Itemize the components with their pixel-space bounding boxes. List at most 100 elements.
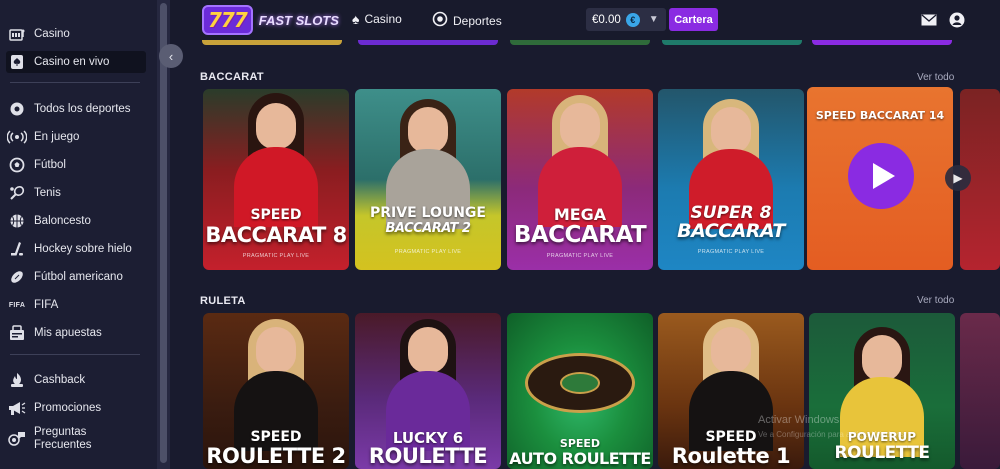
sidebar-item-label: Mis apuestas <box>34 326 102 339</box>
card-title-line2: BACCARAT <box>513 222 647 248</box>
game-card-powerup-roulette[interactable]: POWERUP ROULETTE <box>809 313 955 469</box>
user-account-icon[interactable] <box>948 11 966 29</box>
euro-coin-icon: € <box>625 12 640 27</box>
sidebar-item-label: Cashback <box>34 373 86 386</box>
card-title-line1: PRIVE LOUNGE <box>370 205 486 221</box>
ver-todo-baccarat-link[interactable]: Ver todo <box>917 72 954 83</box>
dealer-face <box>711 327 751 373</box>
card-title-line1: SPEED <box>250 429 302 445</box>
previous-row-card-edge <box>202 40 342 45</box>
game-card-lucky-6-roulette[interactable]: LUCKY 6 ROULETTE <box>355 313 501 469</box>
sidebar-item-label: En juego <box>34 130 80 143</box>
site-logo[interactable]: 777 FAST SLOTS <box>202 5 339 35</box>
sidebar-item-futbol-americano[interactable]: Fútbol americano <box>6 266 146 288</box>
nav-casino-link[interactable]: ♠ Casino <box>352 11 402 27</box>
sidebar-item-label: Fútbol <box>34 158 66 171</box>
sidebar: Casino Casino en vivo Todos los deportes… <box>0 0 157 469</box>
ver-todo-ruleta-link[interactable]: Ver todo <box>917 295 954 306</box>
sidebar-item-casino[interactable]: Casino <box>6 23 146 45</box>
play-button[interactable] <box>848 143 914 209</box>
dealer-face <box>256 327 296 373</box>
card-title-line2: AUTO ROULETTE <box>509 449 651 468</box>
sidebar-item-label: Casino <box>34 27 70 40</box>
mail-icon[interactable] <box>920 11 938 29</box>
sidebar-item-futbol[interactable]: Fútbol <box>6 154 146 176</box>
dealer-face <box>862 335 902 381</box>
game-card-speed-baccarat-8[interactable]: SPEED BACCARAT 8 PRAGMATIC PLAY LIVE <box>203 89 349 270</box>
card-title-line2: BACCARAT <box>677 220 785 242</box>
windows-activation-watermark: Activar Windows <box>758 414 840 426</box>
sidebar-item-preguntas-frecuentes[interactable]: Preguntas Frecuentes <box>6 425 146 453</box>
carousel-next-button[interactable]: ▶ <box>945 165 971 191</box>
sidebar-item-label: Promociones <box>34 401 102 414</box>
soccer-ball-icon <box>432 11 448 30</box>
soccer-ball-icon <box>6 157 28 173</box>
dealer-face <box>560 103 600 149</box>
sidebar-item-baloncesto[interactable]: Baloncesto <box>6 210 146 232</box>
section-title-ruleta: RULETA <box>200 295 246 307</box>
sidebar-item-promociones[interactable]: Promociones <box>6 397 146 419</box>
game-card-speed-baccarat-14[interactable]: SPEED BACCARAT 14 <box>807 87 953 270</box>
spade-card-icon <box>6 54 28 70</box>
sidebar-item-todos-los-deportes[interactable]: Todos los deportes <box>6 98 146 120</box>
app-root: Casino Casino en vivo Todos los deportes… <box>0 0 1000 469</box>
previous-row-card-edge <box>662 40 802 45</box>
game-card-speed-roulette-1[interactable]: SPEED Roulette 1 <box>658 313 804 469</box>
sidebar-divider <box>10 354 140 355</box>
sidebar-item-label: Todos los deportes <box>34 102 131 115</box>
dealer-face <box>256 103 296 149</box>
sidebar-item-cashback[interactable]: Cashback <box>6 369 146 391</box>
faq-icon <box>6 431 28 447</box>
chevron-right-icon: ▶ <box>953 171 963 185</box>
windows-activation-subtext: Ve a Configuración para activar Windows. <box>758 430 907 439</box>
card-title-line2: ROULETTE <box>368 444 488 468</box>
sidebar-item-hockey-sobre-hielo[interactable]: Hockey sobre hielo <box>6 238 146 260</box>
card-title-line1: SPEED <box>250 207 302 223</box>
basketball-icon <box>6 213 28 229</box>
sidebar-collapse-button[interactable]: ‹ <box>159 44 183 68</box>
sidebar-item-label: Baloncesto <box>34 214 91 227</box>
spade-icon: ♠ <box>352 11 360 27</box>
cartera-button[interactable]: Cartera <box>669 8 718 31</box>
play-icon <box>873 163 895 189</box>
game-card-mega-baccarat[interactable]: MEGA BACCARAT PRAGMATIC PLAY LIVE <box>507 89 653 270</box>
roulette-wheel-center <box>560 372 600 394</box>
sidebar-item-casino-en-vivo[interactable]: Casino en vivo <box>6 51 146 73</box>
card-title-line2: BACCARAT 8 <box>205 223 347 247</box>
live-signal-icon <box>6 129 28 145</box>
previous-row-card-edge <box>358 40 498 45</box>
hockey-stick-icon <box>6 241 28 257</box>
logo-brand-text: FAST SLOTS <box>258 12 339 28</box>
game-card-speed-roulette-2[interactable]: SPEED ROULETTE 2 <box>203 313 349 469</box>
logo-sevens: 777 <box>202 5 253 35</box>
previous-row-card-edge <box>812 40 952 45</box>
scrollbar-thumb[interactable] <box>160 3 167 463</box>
sidebar-item-tenis[interactable]: Tenis <box>6 182 146 204</box>
sidebar-item-fifa[interactable]: FIFA FIFA <box>6 294 146 316</box>
chevron-down-icon: ▼ <box>648 14 659 25</box>
card-title-line2: BACCARAT 2 <box>385 221 471 236</box>
card-provider: PRAGMATIC PLAY LIVE <box>546 253 614 259</box>
sidebar-item-label: Tenis <box>34 186 61 199</box>
game-card-super-8-baccarat[interactable]: SUPER 8 BACCARAT PRAGMATIC PLAY LIVE <box>658 89 804 270</box>
bets-icon <box>6 325 28 341</box>
sidebar-item-mis-apuestas[interactable]: Mis apuestas <box>6 322 146 344</box>
dealer-face <box>408 107 448 153</box>
wallet-balance-dropdown[interactable]: €0.00 € ▼ <box>586 8 666 31</box>
nav-deportes-link[interactable]: Deportes <box>432 11 502 30</box>
balance-amount: €0.00 <box>592 13 621 26</box>
card-title-line2: ROULETTE <box>834 443 931 463</box>
sidebar-item-en-juego[interactable]: En juego <box>6 126 146 148</box>
sidebar-item-label: Hockey sobre hielo <box>34 242 132 255</box>
game-card-prive-lounge-baccarat-2[interactable]: PRIVE LOUNGE BACCARAT 2 PRAGMATIC PLAY L… <box>355 89 501 270</box>
card-provider: PRAGMATIC PLAY LIVE <box>242 253 310 259</box>
all-sports-icon <box>6 101 28 117</box>
sidebar-item-label: Casino en vivo <box>34 55 110 68</box>
card-title-line2: ROULETTE 2 <box>206 444 346 468</box>
game-card-partial[interactable] <box>960 313 1000 469</box>
sidebar-item-label: Fútbol americano <box>34 270 123 283</box>
game-card-speed-auto-roulette[interactable]: SPEED AUTO ROULETTE <box>507 313 653 469</box>
card-title-line1: SPEED BACCARAT 14 <box>815 109 945 122</box>
sidebar-scrollbar[interactable] <box>157 0 170 469</box>
previous-row-card-edge <box>510 40 650 45</box>
